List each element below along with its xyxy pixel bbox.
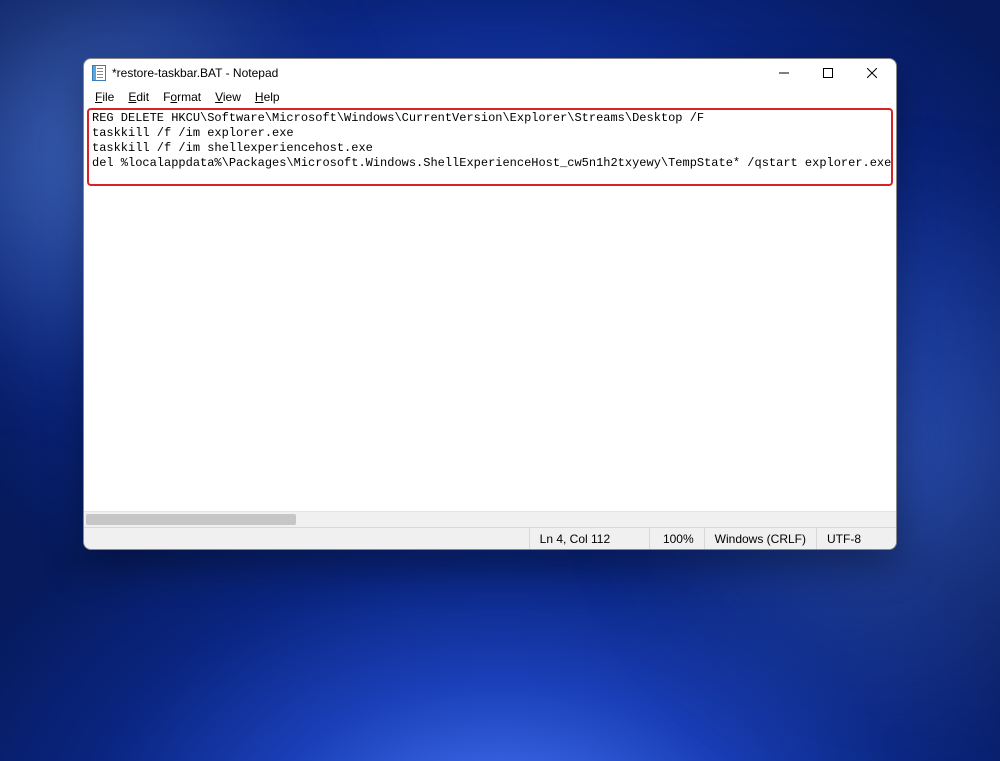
notepad-icon [92, 65, 106, 81]
close-button[interactable] [850, 59, 894, 87]
close-icon [867, 68, 877, 78]
menu-file[interactable]: File [88, 89, 121, 105]
statusbar: Ln 4, Col 112 100% Windows (CRLF) UTF-8 [84, 527, 896, 549]
notepad-window: *restore-taskbar.BAT - Notepad File Edit… [83, 58, 897, 550]
status-line-ending: Windows (CRLF) [704, 528, 816, 549]
code-line: taskkill /f /im shellexperiencehost.exe [92, 141, 373, 155]
text-editor-area[interactable]: REG DELETE HKCU\Software\Microsoft\Windo… [84, 107, 896, 511]
menu-help[interactable]: Help [248, 89, 287, 105]
horizontal-scrollbar[interactable] [84, 511, 896, 527]
maximize-button[interactable] [806, 59, 850, 87]
minimize-icon [779, 68, 789, 78]
code-line: taskkill /f /im explorer.exe [92, 126, 294, 140]
scrollbar-thumb[interactable] [86, 514, 296, 525]
menu-format[interactable]: Format [156, 89, 208, 105]
status-cursor-position: Ln 4, Col 112 [529, 528, 649, 549]
code-line: del %localappdata%\Packages\Microsoft.Wi… [92, 156, 891, 170]
window-title: *restore-taskbar.BAT - Notepad [112, 66, 278, 80]
minimize-button[interactable] [762, 59, 806, 87]
status-zoom: 100% [649, 528, 704, 549]
menubar: File Edit Format View Help [84, 87, 896, 107]
status-encoding: UTF-8 [816, 528, 896, 549]
menu-edit[interactable]: Edit [121, 89, 156, 105]
code-line: REG DELETE HKCU\Software\Microsoft\Windo… [92, 111, 704, 125]
maximize-icon [823, 68, 833, 78]
text-content[interactable]: REG DELETE HKCU\Software\Microsoft\Windo… [88, 109, 892, 173]
menu-view[interactable]: View [208, 89, 248, 105]
titlebar[interactable]: *restore-taskbar.BAT - Notepad [84, 59, 896, 87]
